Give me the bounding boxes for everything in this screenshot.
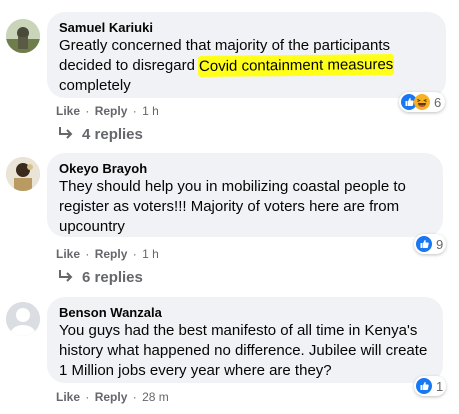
highlighted-text: Covid containment measures [198,54,394,77]
separator-dot: · [85,247,90,261]
like-reaction-icon [416,378,432,394]
comment-actions: Like · Reply · 1 h [56,246,159,262]
avatar-photo [6,19,40,53]
reaction-summary[interactable]: 1 [414,376,446,396]
comment-bubble: Benson Wanzala You guys had the best man… [47,297,443,383]
reaction-count: 1 [436,378,444,394]
reply-link[interactable]: Reply [95,104,128,118]
avatar[interactable] [6,157,40,191]
separator-dot: · [132,390,137,404]
avatar[interactable] [6,19,40,53]
reply-link[interactable]: Reply [95,390,128,404]
comment-text: Greatly concerned that majority of the p… [59,36,434,96]
comment-text: You guys had the best manifesto of all t… [59,322,432,379]
separator-dot: · [132,104,137,118]
haha-reaction-icon [414,94,430,110]
comment-bubble: Samuel Kariuki Greatly concerned that ma… [47,12,446,98]
reply-link[interactable]: Reply [95,247,128,261]
comment-author[interactable]: Samuel Kariuki [59,19,434,36]
comment-timestamp[interactable]: 28 m [142,390,169,404]
like-reaction-icon [416,236,432,252]
separator-dot: · [85,390,90,404]
reaction-summary[interactable]: 9 [414,234,446,254]
reply-arrow-icon [59,270,73,282]
replies-count-label: 6 replies [82,269,143,286]
view-replies-button[interactable]: 6 replies [57,268,143,288]
avatar-photo [6,157,40,191]
reply-arrow-icon [59,127,73,139]
like-link[interactable]: Like [56,104,80,118]
comment-timestamp[interactable]: 1 h [142,247,159,261]
comment-author[interactable]: Okeyo Brayoh [59,160,431,177]
comment-bubble: Okeyo Brayoh They should help you in mob… [47,153,443,237]
reaction-count: 6 [434,94,442,110]
view-replies-button[interactable]: 4 replies [57,125,143,145]
comment-actions: Like · Reply · 1 h [56,103,159,119]
like-link[interactable]: Like [56,390,80,404]
reaction-summary[interactable]: 6 [399,92,445,112]
reaction-count: 9 [436,236,444,252]
separator-dot: · [85,104,90,118]
replies-count-label: 4 replies [82,126,143,143]
comment-timestamp[interactable]: 1 h [142,104,159,118]
comment-text: They should help you in mobilizing coast… [59,178,411,235]
comment-author[interactable]: Benson Wanzala [59,304,431,321]
comment-actions: Like · Reply · 28 m [56,389,169,405]
like-link[interactable]: Like [56,247,80,261]
avatar[interactable] [6,302,40,336]
separator-dot: · [132,247,137,261]
default-avatar-icon [6,302,40,336]
